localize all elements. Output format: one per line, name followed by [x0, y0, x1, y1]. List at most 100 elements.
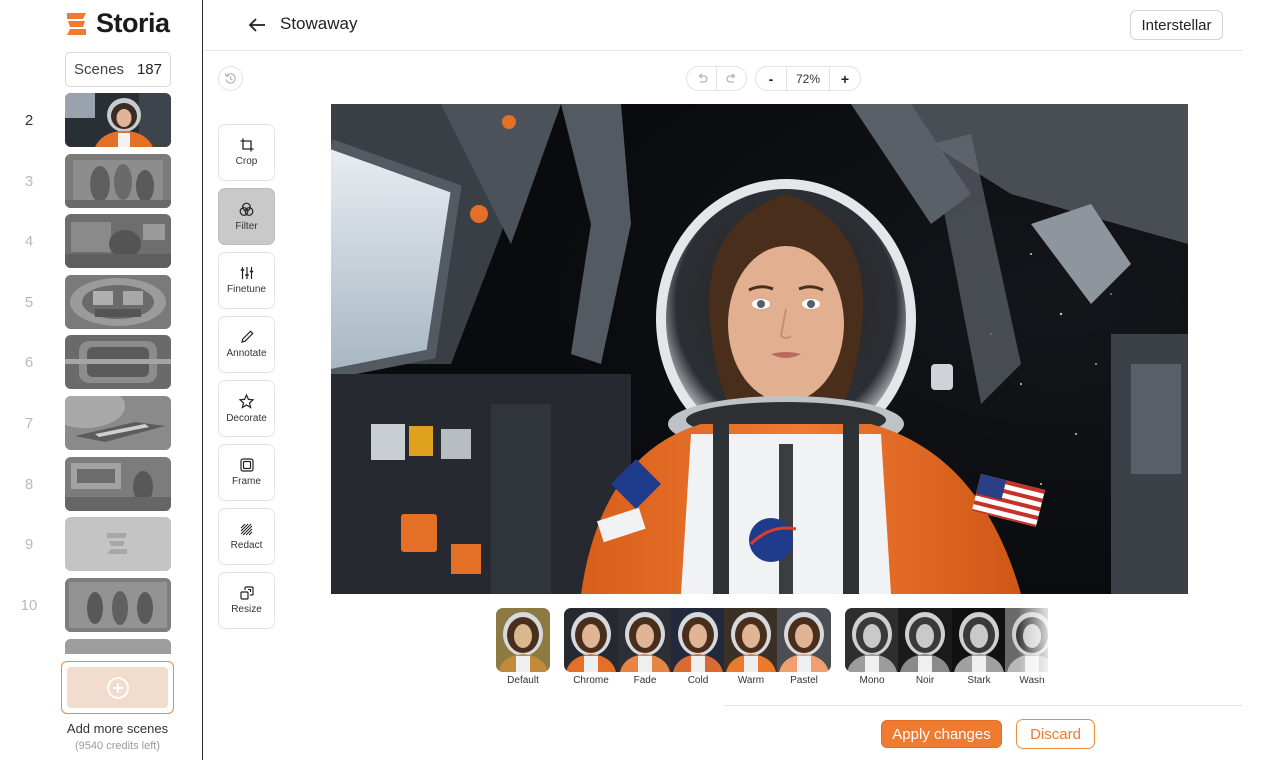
tool-annotate[interactable]: Annotate — [218, 316, 275, 373]
history-icon — [224, 73, 236, 84]
tool-resize[interactable]: Resize — [218, 572, 275, 629]
filter-thumbnail — [671, 608, 725, 672]
plus-circle-icon — [106, 676, 129, 699]
image-canvas[interactable] — [331, 104, 1188, 594]
pencil-icon — [240, 330, 254, 343]
brand-logo[interactable]: Storia — [64, 8, 170, 39]
scene-item[interactable]: 5 — [0, 275, 200, 329]
scene-list[interactable]: 2 3 4 5 6 7 8 9 10 — [0, 93, 200, 654]
arrow-left-icon — [248, 18, 265, 32]
add-scenes-button[interactable] — [61, 661, 174, 714]
page-title: Stowaway — [280, 14, 358, 33]
scene-item[interactable]: 8 — [0, 457, 200, 511]
zoom-level: 72% — [786, 67, 830, 90]
scene-item[interactable] — [0, 639, 200, 654]
scene-thumbnail[interactable] — [65, 396, 171, 450]
filter-option[interactable]: Stark — [952, 608, 1006, 686]
apply-changes-button[interactable]: Apply changes — [881, 720, 1002, 748]
redo-button[interactable] — [716, 67, 746, 90]
tool-label: Annotate — [226, 348, 267, 359]
zoom-control: - 72% + — [755, 66, 861, 91]
undo-redo-group — [686, 66, 747, 91]
filter-option[interactable]: Chrome — [564, 608, 618, 686]
editor-header: Stowaway Interstellar — [204, 0, 1242, 51]
tool-redact[interactable]: Redact — [218, 508, 275, 565]
scene-number: 5 — [24, 293, 34, 311]
tool-finetune[interactable]: Finetune — [218, 252, 275, 309]
scene-thumbnail[interactable] — [65, 457, 171, 511]
history-button[interactable] — [218, 66, 243, 91]
scene-thumbnail[interactable] — [65, 335, 171, 389]
scene-thumbnail[interactable] — [65, 275, 171, 329]
back-button[interactable] — [246, 14, 268, 36]
scenes-count: 187 — [136, 61, 162, 78]
scene-thumbnail[interactable] — [65, 517, 171, 571]
filter-thumbnail — [777, 608, 831, 672]
tool-label: Crop — [235, 156, 258, 167]
scene-thumbnail[interactable] — [65, 578, 171, 632]
redact-icon — [240, 523, 253, 535]
scene-number — [0, 639, 58, 654]
tool-label: Resize — [231, 604, 262, 615]
filter-label: Mono — [859, 675, 885, 686]
tool-label: Redact — [230, 539, 263, 551]
filter-strip[interactable]: Default Chrome Fade Cold Warm Pastel Mono Noir S… — [496, 608, 1048, 693]
scene-item[interactable]: 4 — [0, 214, 200, 268]
scene-thumbnail[interactable] — [65, 214, 171, 268]
project-button[interactable]: Interstellar — [1130, 10, 1223, 40]
scene-item[interactable]: 6 — [0, 335, 200, 389]
filter-option[interactable]: Fade — [618, 608, 672, 686]
filter-option[interactable]: Noir — [898, 608, 952, 686]
scene-item[interactable]: 7 — [0, 396, 200, 450]
scene-item[interactable]: 9 — [0, 517, 200, 571]
zoom-in-button[interactable]: + — [830, 67, 860, 90]
tool-label: Frame — [232, 476, 261, 487]
footer-divider — [724, 705, 1242, 706]
resize-icon — [239, 586, 254, 600]
tool-crop[interactable]: Crop — [218, 124, 275, 181]
scene-number: 4 — [24, 232, 34, 250]
credits-left: (9540 credits left) — [75, 740, 160, 752]
scene-number: 9 — [24, 535, 34, 553]
crop-icon — [240, 138, 253, 152]
filter-label: Stark — [967, 675, 991, 686]
undo-button[interactable] — [687, 67, 716, 90]
filter-thumbnail — [952, 608, 1006, 672]
scene-number: 6 — [24, 353, 34, 371]
filter-icon — [239, 202, 254, 216]
filter-thumbnail — [845, 608, 899, 672]
filter-thumbnail — [496, 608, 550, 672]
frame-icon — [239, 458, 254, 472]
filter-thumbnail — [724, 608, 778, 672]
zoom-out-button[interactable]: - — [756, 67, 786, 90]
image-editor-app: Storia Scenes 187 2 3 4 5 6 7 8 9 10 Add… — [0, 0, 1270, 760]
filter-option[interactable]: Pastel — [777, 608, 831, 686]
filter-label: Cold — [687, 675, 709, 686]
discard-button[interactable]: Discard — [1016, 719, 1095, 749]
tool-label: Finetune — [227, 284, 266, 295]
scenes-counter: Scenes 187 — [65, 52, 171, 87]
scene-number: 7 — [24, 414, 34, 432]
filter-strip-fade — [1018, 608, 1050, 678]
filter-option[interactable]: Mono — [845, 608, 899, 686]
filter-option[interactable]: Default — [496, 608, 550, 686]
add-scenes-label: Add more scenes — [66, 721, 169, 736]
filter-thumbnail — [898, 608, 952, 672]
scene-item[interactable]: 3 — [0, 154, 200, 208]
scene-number: 3 — [24, 172, 34, 190]
scene-number: 8 — [24, 475, 34, 493]
scene-thumbnail[interactable] — [65, 93, 171, 147]
filter-thumbnail — [618, 608, 672, 672]
tool-filter[interactable]: Filter — [218, 188, 275, 245]
scene-thumbnail[interactable] — [65, 639, 171, 654]
scene-item[interactable]: 10 — [0, 578, 200, 632]
filter-option[interactable]: Cold — [671, 608, 725, 686]
scene-thumbnail[interactable] — [65, 154, 171, 208]
scene-item[interactable]: 2 — [0, 93, 200, 147]
filter-label: Warm — [737, 675, 765, 686]
filter-label: Noir — [915, 675, 935, 686]
tool-decorate[interactable]: Decorate — [218, 380, 275, 437]
tool-frame[interactable]: Frame — [218, 444, 275, 501]
scenes-sidebar: Storia Scenes 187 2 3 4 5 6 7 8 9 10 Add… — [0, 0, 203, 760]
filter-option[interactable]: Warm — [724, 608, 778, 686]
